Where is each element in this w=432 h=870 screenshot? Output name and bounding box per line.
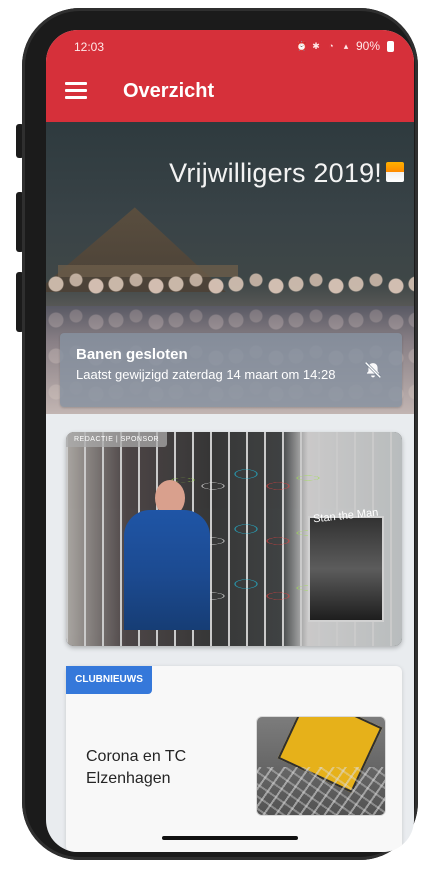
- status-bar: 12:03 ⏰ ✱ ◔ ▴ 90%: [46, 30, 414, 62]
- shop-person-body: [124, 510, 210, 630]
- news-card[interactable]: CLUBNIEUWS Corona en TC Elzenhagen: [66, 666, 402, 852]
- wifi-icon: ◔: [328, 41, 334, 51]
- menu-line-icon: [65, 82, 87, 85]
- fence-image: [257, 767, 385, 815]
- court-status-updated-time: Laatst gewijzigd zaterdag 14 maart om 14…: [76, 367, 336, 382]
- club-logo-icon: [386, 162, 404, 182]
- hamburger-menu-button[interactable]: [65, 82, 87, 100]
- hero-title: Vrijwilligers 2019!: [169, 158, 382, 188]
- poster-image: [308, 516, 384, 622]
- home-indicator[interactable]: [162, 836, 298, 840]
- bluetooth-icon: ✱: [312, 41, 320, 51]
- menu-line-icon: [65, 89, 87, 92]
- court-status-card[interactable]: Banen gesloten Laatst gewijzigd zaterdag…: [60, 333, 402, 407]
- feature-category-badge: REDACTIE | SPONSOR: [66, 432, 168, 447]
- news-thumbnail: [256, 716, 386, 816]
- battery-icon: [387, 40, 394, 52]
- featured-sponsor-card[interactable]: Stan the Man REDACTIE | SPONSOR: [66, 432, 402, 646]
- status-time: 12:03: [74, 40, 105, 54]
- status-icons: ⏰ ✱ ◔ ▴ 90%: [296, 39, 394, 53]
- notifications-off-icon[interactable]: [362, 359, 384, 381]
- app-header: 12:03 ⏰ ✱ ◔ ▴ 90% Overzicht: [46, 30, 414, 122]
- court-status-title: Banen gesloten: [76, 346, 188, 363]
- battery-percentage: 90%: [355, 39, 380, 53]
- signal-icon: ▴: [343, 41, 349, 51]
- page-title: Overzicht: [123, 80, 215, 102]
- news-category-badge: CLUBNIEUWS: [66, 666, 152, 694]
- alarm-icon: ⏰: [295, 41, 308, 51]
- menu-line-icon: [65, 96, 87, 99]
- news-title: Corona en TC Elzenhagen: [86, 748, 187, 787]
- app-screen: 12:03 ⏰ ✱ ◔ ▴ 90% Overzicht Vrijwilliger…: [46, 30, 414, 852]
